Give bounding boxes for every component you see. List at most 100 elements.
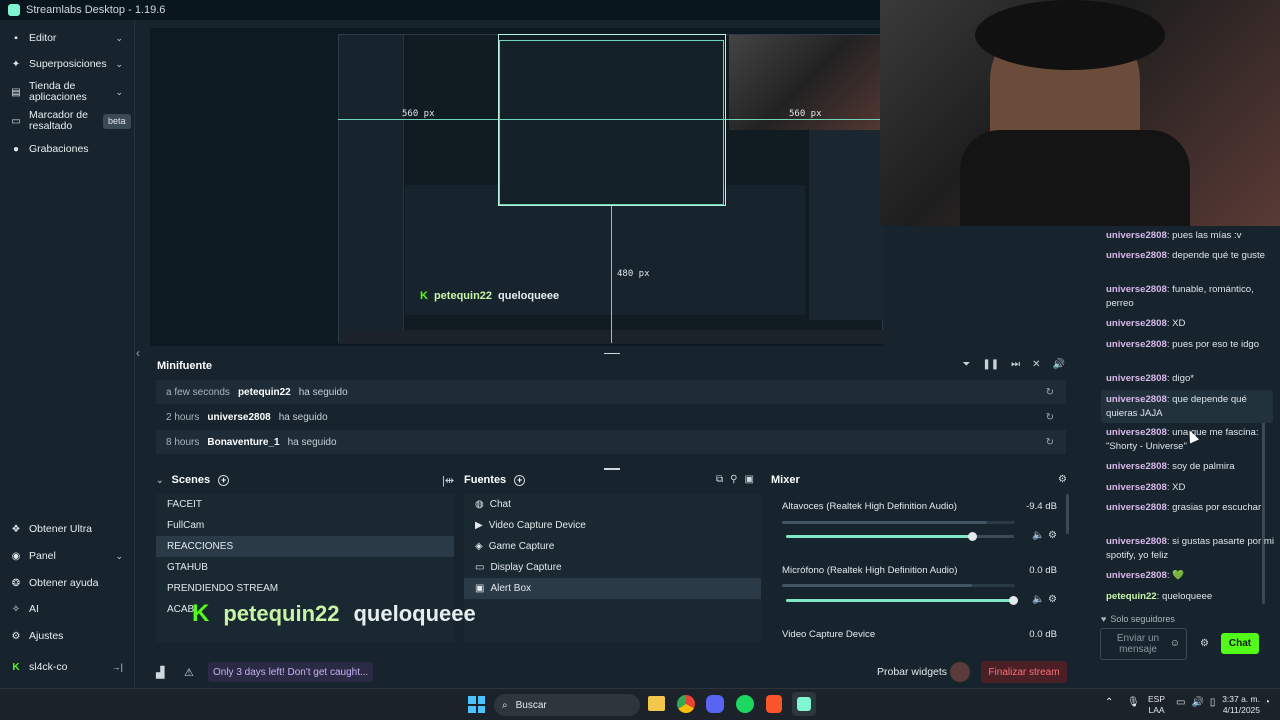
sidebar-item-ai[interactable]: ✧ AI bbox=[0, 601, 135, 617]
discord-icon[interactable] bbox=[706, 695, 724, 713]
streamlabs-taskbar-button[interactable] bbox=[792, 692, 816, 716]
repeat-icon[interactable]: ↻ bbox=[1046, 437, 1054, 448]
chat-username: universe2808 bbox=[1106, 427, 1167, 438]
filter-icon[interactable]: ⏷ bbox=[962, 359, 970, 370]
feed-action: ha seguido bbox=[298, 386, 348, 398]
nested-chat bbox=[809, 130, 884, 320]
scene-item[interactable]: PRENDIENDO STREAM bbox=[156, 578, 454, 599]
source-lock-icon[interactable]: ⚲ bbox=[730, 474, 737, 485]
editor-icon: ▪ bbox=[14, 32, 18, 44]
test-widgets-label[interactable]: Probar widgets bbox=[877, 666, 947, 678]
alert-warning-icon[interactable]: ⚠ bbox=[184, 666, 194, 679]
promo-notice[interactable]: Only 3 days left! Don't get caught... bbox=[208, 662, 374, 682]
feed-time: a few seconds bbox=[166, 386, 230, 398]
file-explorer-icon[interactable] bbox=[648, 696, 665, 711]
chrome-icon[interactable] bbox=[677, 695, 695, 713]
language-code: ESP bbox=[1148, 694, 1166, 704]
chat-settings-icon[interactable]: ⚙ bbox=[1200, 638, 1209, 649]
guide-vertical bbox=[611, 206, 612, 343]
sidebar-item-recordings[interactable]: ● Grabaciones bbox=[0, 141, 135, 157]
volume-slider-knob[interactable] bbox=[1009, 596, 1018, 605]
distance-label-left: 560 px bbox=[402, 109, 435, 119]
scene-item[interactable]: FullCam bbox=[156, 515, 454, 536]
language-indicator[interactable]: ESP LAA bbox=[1148, 694, 1165, 716]
scene-item[interactable]: GTAHUB bbox=[156, 557, 454, 578]
sidebar-item-ultra[interactable]: ❖ Obtener Ultra bbox=[0, 521, 135, 537]
taskbar-search[interactable]: ⌕ Buscar bbox=[494, 694, 640, 716]
selection-box[interactable] bbox=[498, 34, 726, 206]
test-widgets-icon[interactable] bbox=[950, 662, 970, 682]
gear-icon[interactable]: ⚙ bbox=[1048, 530, 1057, 541]
sidebar-item-app-store[interactable]: ▤ Tienda de aplicaciones ⌄ bbox=[0, 80, 135, 104]
windows-taskbar: ⌕ Buscar ⌃ 🎙 ESP LAA ▭ 🔊 ▯ 3:37 a. m. 4/… bbox=[0, 688, 1280, 720]
source-item-selected[interactable]: ▣ Alert Box bbox=[464, 578, 761, 599]
add-scene-icon[interactable]: + bbox=[218, 474, 230, 486]
sidebar-item-label: Ajustes bbox=[29, 630, 64, 642]
mute-alerts-icon[interactable]: ✕ bbox=[1032, 359, 1040, 370]
mixer-channel-db: -9.4 dB bbox=[1026, 501, 1057, 512]
feed-row: 8 hours Bonaventure_1 ha seguido ↻ bbox=[156, 430, 1066, 454]
collapse-sidebar-icon[interactable]: ‹ bbox=[136, 346, 140, 360]
end-stream-button[interactable]: Finalizar stream bbox=[981, 661, 1067, 683]
source-item[interactable]: ◈ Game Capture bbox=[464, 536, 761, 557]
pause-icon[interactable]: ❚❚ bbox=[982, 359, 999, 370]
mixer-scrollbar[interactable] bbox=[1066, 494, 1069, 534]
source-item[interactable]: ◍ Chat bbox=[464, 494, 761, 515]
windows-start-icon[interactable] bbox=[468, 696, 485, 713]
volume-slider-knob[interactable] bbox=[967, 532, 977, 541]
gear-icon[interactable]: ⚙ bbox=[1048, 594, 1057, 605]
add-source-icon[interactable]: + bbox=[514, 474, 526, 486]
chat-send-button[interactable]: Chat bbox=[1221, 633, 1259, 654]
chevron-down-icon: ⌄ bbox=[115, 550, 123, 561]
scenes-header: ⌄ Scenes + bbox=[156, 474, 230, 486]
alert-message: queloqueee bbox=[353, 601, 476, 626]
brave-icon[interactable] bbox=[766, 695, 782, 713]
emoji-icon[interactable]: ☺ bbox=[1170, 638, 1180, 649]
sidebar-item-overlays[interactable]: ✦ Superposiciones ⌄ bbox=[0, 56, 135, 72]
sidebar-item-account[interactable]: K sl4ck-co →| bbox=[0, 659, 135, 675]
chat-username: universe2808 bbox=[1106, 339, 1167, 350]
mixer-channel-db: 0.0 dB bbox=[1029, 629, 1057, 640]
streamlabs-logo-icon bbox=[8, 4, 20, 16]
chat-username: universe2808 bbox=[1106, 536, 1167, 547]
chevron-down-icon[interactable]: ⌄ bbox=[156, 475, 164, 486]
notifications-icon[interactable]: ◔ bbox=[1264, 697, 1270, 708]
source-item[interactable]: ▭ Display Capture bbox=[464, 557, 761, 578]
feed-user: petequin22 bbox=[237, 386, 291, 398]
sidebar-item-highlighter[interactable]: ▭ Marcador de resaltado beta bbox=[0, 109, 135, 133]
sidebar-item-panel[interactable]: ◉ Panel ⌄ bbox=[0, 548, 135, 564]
sidebar-item-settings[interactable]: ⚙ Ajustes bbox=[0, 628, 135, 644]
scene-item-selected[interactable]: REACCIONES bbox=[156, 536, 454, 557]
skip-icon[interactable]: ⏭ bbox=[1011, 359, 1020, 370]
repeat-icon[interactable]: ↻ bbox=[1046, 387, 1054, 398]
scene-item[interactable]: FACEIT bbox=[156, 494, 454, 515]
mixer-settings-icon[interactable]: ⚙ bbox=[1058, 474, 1067, 485]
volume-icon[interactable]: 🔊 bbox=[1053, 359, 1065, 370]
microphone-icon[interactable]: 🎙 bbox=[1127, 697, 1140, 708]
speaker-icon[interactable]: 🔈 bbox=[1032, 530, 1044, 541]
resize-handle[interactable] bbox=[604, 468, 620, 470]
chat-message: petequin22: queloqueee bbox=[1106, 591, 1213, 602]
stats-icon[interactable]: ▟ bbox=[156, 666, 164, 679]
logout-icon[interactable]: →| bbox=[112, 662, 123, 672]
chat-text: pues las mías :v bbox=[1172, 230, 1242, 241]
mixer-channel-name: Micrófono (Realtek High Definition Audio… bbox=[782, 565, 958, 576]
clock[interactable]: 3:37 a. m. 4/11/2025 bbox=[1212, 694, 1260, 716]
spotify-icon[interactable] bbox=[736, 695, 754, 713]
source-image-icon[interactable]: ▣ bbox=[744, 474, 753, 485]
sidebar-item-help[interactable]: ❂ Obtener ayuda bbox=[0, 575, 135, 591]
nested-sidebar bbox=[339, 35, 404, 330]
speaker-icon[interactable]: 🔈 bbox=[1032, 594, 1044, 605]
chat-input[interactable]: Enviar un mensaje ☺ bbox=[1100, 628, 1187, 660]
volume-icon[interactable]: 🔊 bbox=[1191, 697, 1203, 708]
chat-username: universe2808 bbox=[1106, 502, 1167, 513]
transition-icon[interactable]: |⇹ bbox=[442, 474, 454, 487]
chat-message: universe2808: depende qué te guste bbox=[1106, 250, 1265, 261]
network-icon[interactable]: ▭ bbox=[1176, 697, 1185, 708]
repeat-icon[interactable]: ↻ bbox=[1046, 412, 1054, 423]
source-item[interactable]: ▶ Video Capture Device bbox=[464, 515, 761, 536]
chat-message: universe2808: grasias por escuchar bbox=[1106, 502, 1262, 513]
source-folder-icon[interactable]: ⧉ bbox=[716, 474, 723, 485]
tray-chevron-up-icon[interactable]: ⌃ bbox=[1105, 697, 1113, 708]
sidebar-item-editor[interactable]: ▪ Editor ⌄ bbox=[0, 30, 135, 46]
